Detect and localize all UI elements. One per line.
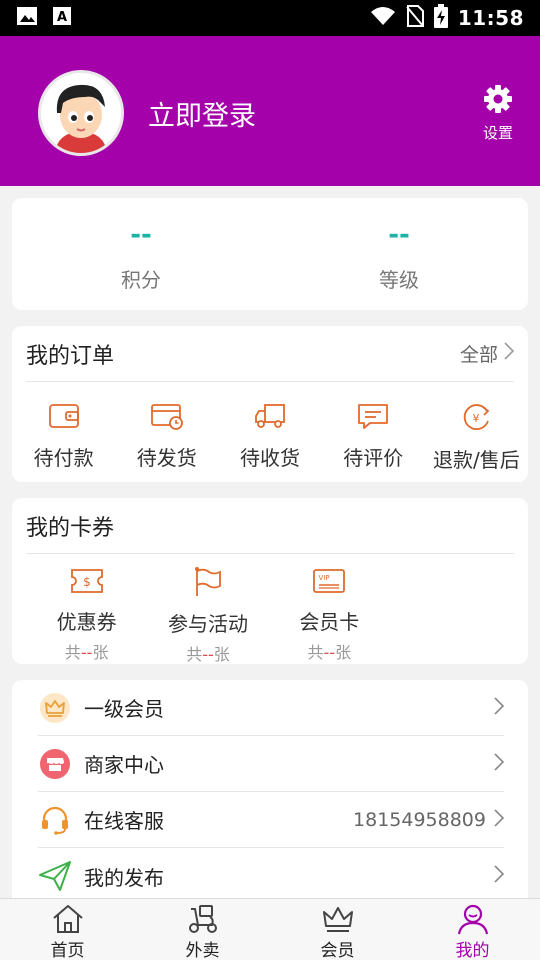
level-label: 等级 <box>379 268 419 292</box>
coupon-count: 共--张 <box>64 643 109 662</box>
order-pending-receipt[interactable]: 待收货 <box>218 402 321 473</box>
home-icon <box>0 903 135 935</box>
tab-takeout[interactable]: 外卖 <box>135 899 270 960</box>
order-refund-label: 退款/售后 <box>433 448 520 472</box>
svg-text:VIP: VIP <box>319 574 330 582</box>
member-card-entry[interactable]: VIP 会员卡 共--张 <box>269 566 390 665</box>
points-label: 积分 <box>121 268 161 292</box>
menu-item-member-level-label: 一级会员 <box>84 697 164 721</box>
orders-title: 我的订单 <box>26 343 115 369</box>
tab-mine[interactable]: 我的 <box>405 899 540 960</box>
stats-card: -- 积分 -- 等级 <box>12 198 528 310</box>
activity-label: 参与活动 <box>167 612 248 636</box>
activity-count: 共--张 <box>186 645 230 664</box>
order-pending-payment[interactable]: 待付款 <box>12 402 115 473</box>
coupons-card: 我的卡券 $ 优惠券 共--张 参与活动 共--张 VIP 会员卡 共--张 <box>12 498 528 664</box>
tab-home-label: 首页 <box>50 941 85 960</box>
coupons-header: 我的卡券 <box>26 498 514 554</box>
level-value: -- <box>388 220 410 250</box>
bottom-navigation: 首页 外卖 会员 我的 <box>0 898 540 960</box>
wallet-icon <box>12 402 115 430</box>
svg-text:A: A <box>57 10 67 25</box>
order-pending-review-label: 待评价 <box>343 446 404 470</box>
level-stat[interactable]: -- 等级 <box>270 198 528 310</box>
chevron-right-icon <box>494 696 505 719</box>
settings-label: 设置 <box>482 124 513 142</box>
vip-card-icon: VIP <box>269 566 390 596</box>
card-clock-icon <box>115 402 218 430</box>
tab-mine-label: 我的 <box>455 941 490 960</box>
tab-home[interactable]: 首页 <box>0 899 135 960</box>
truck-icon <box>218 402 321 430</box>
status-bar: A 11:58 <box>0 0 540 36</box>
orders-card: 我的订单 全部 待付款 待发货 待收货 待评价 ¥ 退款/售后 <box>12 326 528 482</box>
clock: 11:58 <box>457 6 524 30</box>
chevron-right-icon <box>494 865 505 887</box>
points-value: -- <box>130 220 152 250</box>
all-orders-label: 全部 <box>459 344 498 366</box>
activity-entry[interactable]: 参与活动 共--张 <box>147 566 268 665</box>
comment-icon <box>322 402 425 430</box>
order-pending-review[interactable]: 待评价 <box>322 402 425 473</box>
coupons-title: 我的卡券 <box>26 515 115 541</box>
menu-item-my-posts[interactable]: 我的发布 <box>38 848 505 904</box>
menu-item-member-level[interactable]: 一级会员 <box>38 680 505 736</box>
chevron-right-icon <box>494 808 505 831</box>
headset-icon <box>38 803 72 837</box>
order-pending-payment-label: 待付款 <box>33 446 94 470</box>
menu-item-merchant-center[interactable]: 商家中心 <box>38 736 505 792</box>
points-stat[interactable]: -- 积分 <box>12 198 270 310</box>
no-sim-icon <box>406 5 424 31</box>
profile-header: 立即登录 设置 <box>0 36 540 186</box>
scooter-icon <box>135 903 270 935</box>
all-orders-link[interactable]: 全部 <box>459 340 515 367</box>
svg-text:$: $ <box>83 575 91 589</box>
store-icon <box>38 747 72 781</box>
order-refund[interactable]: ¥ 退款/售后 <box>425 402 528 473</box>
menu-item-customer-service-label: 在线客服 <box>84 809 164 833</box>
tab-member-label: 会员 <box>320 941 355 960</box>
menu-item-merchant-center-label: 商家中心 <box>84 753 164 777</box>
crown-icon <box>270 903 405 935</box>
user-icon <box>405 903 540 935</box>
crown-badge-icon <box>38 691 72 725</box>
order-pending-receipt-label: 待收货 <box>240 446 300 470</box>
order-pending-shipment-label: 待发货 <box>136 446 197 470</box>
wifi-icon <box>370 6 396 30</box>
coupon-label: 优惠券 <box>56 610 117 634</box>
menu-item-customer-service[interactable]: 在线客服 18154958809 <box>38 792 505 848</box>
image-notification-icon <box>16 6 38 30</box>
settings-button[interactable]: 设置 <box>470 84 526 143</box>
member-card-label: 会员卡 <box>299 610 360 634</box>
gear-icon <box>483 85 513 118</box>
menu-list: 一级会员 商家中心 在线客服 18154958809 我的发布 <box>12 680 528 910</box>
tab-takeout-label: 外卖 <box>185 941 220 960</box>
svg-text:¥: ¥ <box>473 412 480 425</box>
member-card-count: 共--张 <box>307 643 352 662</box>
font-notification-icon: A <box>52 6 72 30</box>
service-phone-number[interactable]: 18154958809 <box>353 809 486 831</box>
coupon-entry[interactable]: $ 优惠券 共--张 <box>26 566 147 665</box>
coupon-icon: $ <box>26 566 147 596</box>
login-link[interactable]: 立即登录 <box>148 94 256 133</box>
chevron-right-icon <box>494 752 505 775</box>
flag-icon <box>147 566 268 598</box>
send-icon <box>38 859 72 893</box>
menu-item-my-posts-label: 我的发布 <box>84 865 164 890</box>
order-pending-shipment[interactable]: 待发货 <box>115 402 218 473</box>
battery-charging-icon <box>433 4 448 32</box>
refund-icon: ¥ <box>425 402 528 432</box>
orders-header: 我的订单 全部 <box>26 326 515 382</box>
tab-member[interactable]: 会员 <box>270 899 405 960</box>
chevron-right-icon <box>504 342 515 365</box>
avatar[interactable] <box>38 70 124 156</box>
